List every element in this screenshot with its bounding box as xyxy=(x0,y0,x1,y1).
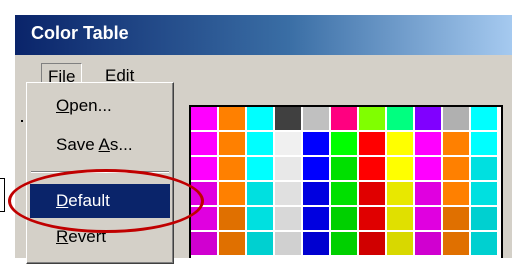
color-swatch[interactable] xyxy=(191,107,217,130)
color-swatch[interactable] xyxy=(387,132,413,155)
color-swatch[interactable] xyxy=(247,132,273,155)
color-swatch[interactable] xyxy=(443,207,469,230)
color-swatch[interactable] xyxy=(275,107,301,130)
title-bar[interactable]: Color Table xyxy=(15,15,512,55)
color-swatch[interactable] xyxy=(331,107,357,130)
color-swatch[interactable] xyxy=(471,207,497,230)
color-swatch[interactable] xyxy=(303,107,329,130)
color-swatch[interactable] xyxy=(275,232,301,255)
color-swatch[interactable] xyxy=(415,157,441,180)
color-swatch[interactable] xyxy=(415,207,441,230)
color-swatch[interactable] xyxy=(415,182,441,205)
color-swatch[interactable] xyxy=(219,107,245,130)
color-swatch[interactable] xyxy=(471,182,497,205)
color-swatch[interactable] xyxy=(303,182,329,205)
color-swatch[interactable] xyxy=(331,157,357,180)
color-swatch[interactable] xyxy=(331,232,357,255)
color-swatch[interactable] xyxy=(359,207,385,230)
color-swatch[interactable] xyxy=(219,132,245,155)
color-swatch[interactable] xyxy=(247,232,273,255)
color-swatch[interactable] xyxy=(443,157,469,180)
color-swatch[interactable] xyxy=(219,182,245,205)
color-swatch[interactable] xyxy=(247,182,273,205)
color-swatch[interactable] xyxy=(219,232,245,255)
color-swatch[interactable] xyxy=(303,157,329,180)
color-swatch[interactable] xyxy=(443,232,469,255)
color-grid xyxy=(191,107,497,255)
color-swatch[interactable] xyxy=(303,207,329,230)
color-swatch[interactable] xyxy=(359,182,385,205)
background-mark xyxy=(21,120,23,122)
color-swatch[interactable] xyxy=(275,132,301,155)
menu-item-save-as-label: Save As... xyxy=(56,135,133,154)
color-swatch[interactable] xyxy=(331,207,357,230)
color-swatch[interactable] xyxy=(275,157,301,180)
color-swatch[interactable] xyxy=(443,132,469,155)
color-swatch[interactable] xyxy=(471,232,497,255)
color-swatch[interactable] xyxy=(443,107,469,130)
color-swatch[interactable] xyxy=(415,232,441,255)
color-swatch[interactable] xyxy=(247,207,273,230)
color-swatch[interactable] xyxy=(471,107,497,130)
color-swatch[interactable] xyxy=(219,157,245,180)
color-swatch[interactable] xyxy=(275,207,301,230)
color-swatch[interactable] xyxy=(303,232,329,255)
color-swatch[interactable] xyxy=(247,107,273,130)
background-window-edge xyxy=(0,178,5,212)
color-swatch[interactable] xyxy=(415,132,441,155)
menu-item-save-as[interactable]: Save As... xyxy=(30,130,170,160)
color-swatch[interactable] xyxy=(443,182,469,205)
color-swatch[interactable] xyxy=(275,182,301,205)
color-swatch[interactable] xyxy=(359,107,385,130)
color-swatch[interactable] xyxy=(331,132,357,155)
color-swatch[interactable] xyxy=(387,182,413,205)
color-swatch[interactable] xyxy=(191,157,217,180)
color-swatch[interactable] xyxy=(415,107,441,130)
color-swatch[interactable] xyxy=(331,182,357,205)
menu-item-open-label: Open... xyxy=(56,96,112,115)
color-swatch[interactable] xyxy=(247,157,273,180)
color-swatch[interactable] xyxy=(387,207,413,230)
color-swatch[interactable] xyxy=(303,132,329,155)
color-swatch[interactable] xyxy=(219,207,245,230)
color-swatch[interactable] xyxy=(359,157,385,180)
color-swatch[interactable] xyxy=(387,107,413,130)
color-swatch[interactable] xyxy=(359,232,385,255)
menu-item-open[interactable]: Open... xyxy=(30,91,170,121)
color-swatch[interactable] xyxy=(359,132,385,155)
window-title: Color Table xyxy=(31,23,129,43)
color-swatch[interactable] xyxy=(387,232,413,255)
color-grid-frame xyxy=(189,105,503,258)
color-swatch[interactable] xyxy=(191,132,217,155)
color-swatch[interactable] xyxy=(471,132,497,155)
color-swatch[interactable] xyxy=(191,232,217,255)
annotation-highlight-ellipse xyxy=(8,169,204,233)
color-swatch[interactable] xyxy=(387,157,413,180)
color-swatch[interactable] xyxy=(471,157,497,180)
